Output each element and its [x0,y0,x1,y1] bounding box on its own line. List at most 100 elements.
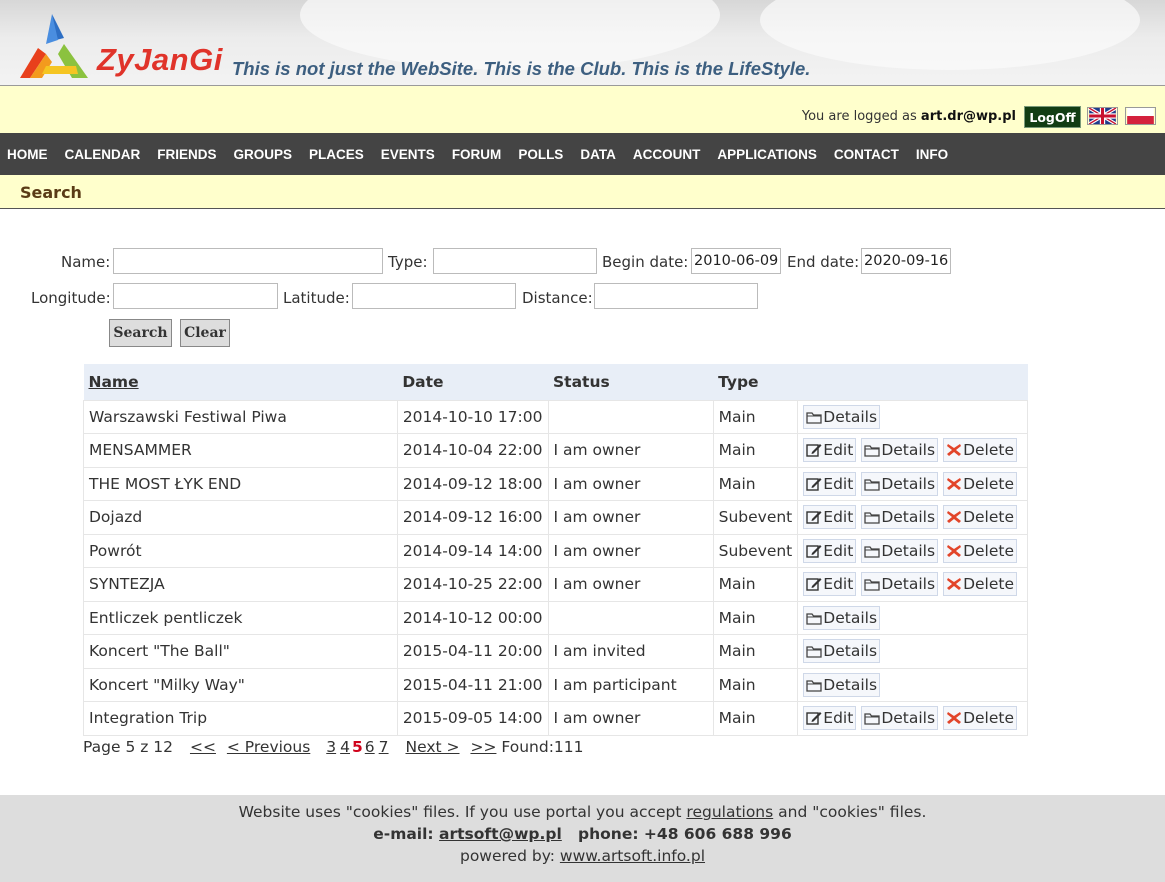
name-input[interactable] [113,248,383,274]
details-button[interactable]: Details [803,639,881,664]
brand-name[interactable]: ZyJanGi [97,42,223,78]
details-button[interactable]: Details [861,706,939,731]
edit-icon [806,712,822,725]
col-header-name[interactable]: Name [83,364,398,400]
page-link-6[interactable]: 6 [365,738,375,756]
edit-button[interactable]: Edit [803,538,857,563]
details-button[interactable]: Details [803,672,881,697]
page-link-3[interactable]: 3 [326,738,336,756]
cell-status: I am owner [547,500,714,535]
delete-button[interactable]: Delete [943,706,1017,731]
cell-date: 2014-09-12 16:00 [396,500,549,535]
table-row: Koncert "Milky Way" 2015-04-11 21:00 I am … [83,667,1028,702]
delete-button[interactable]: Delete [943,471,1017,496]
nav-polls[interactable]: POLLS [518,147,563,162]
powered-line: powered by: www.artsoft.info.pl [0,847,1165,865]
distance-input[interactable] [594,283,758,309]
nav-events[interactable]: EVENTS [381,147,435,162]
uk-flag-icon[interactable] [1087,107,1118,125]
powered-label: powered by: [459,847,555,865]
contact-line: e-mail: artsoft@wp.pl phone: +48 606 688… [0,825,1165,843]
cell-actions: Details [797,634,1028,669]
nav-places[interactable]: PLACES [309,147,364,162]
cell-date: 2014-10-25 22:00 [396,567,549,602]
clear-button[interactable]: Clear [180,319,230,347]
cell-type: Main [712,466,799,501]
delete-button[interactable]: Delete [943,438,1017,463]
details-label: Details [881,441,936,460]
sort-by-name-link[interactable]: Name [89,373,139,391]
previous-page-link[interactable]: < Previous [227,738,310,756]
logo-icon[interactable] [16,14,90,80]
edit-button[interactable]: Edit [803,471,857,496]
search-button[interactable]: Search [109,319,172,347]
delete-icon [947,712,962,725]
details-button[interactable]: Details [861,572,939,597]
edit-icon [806,477,822,491]
first-page-link[interactable]: << [190,738,216,756]
table-row: Koncert "The Ball" 2015-04-11 20:00 I am i… [83,634,1028,669]
details-button[interactable]: Details [803,404,881,429]
nav-groups[interactable]: GROUPS [234,147,293,162]
nav-forum[interactable]: FORUM [452,147,502,162]
details-button[interactable]: Details [861,438,939,463]
edit-button[interactable]: Edit [803,572,857,597]
cookie-notice: Website uses "cookies" files. If you use… [0,803,1165,821]
main-nav: HOME CALENDAR FRIENDS GROUPS PLACES EVEN… [0,133,1165,175]
cell-date: 2014-10-10 17:00 [396,399,549,434]
cell-type: Main [712,634,799,669]
edit-button[interactable]: Edit [803,438,857,463]
folder-icon [806,412,822,424]
nav-data[interactable]: DATA [580,147,616,162]
begin-date-input[interactable] [691,248,781,274]
delete-label: Delete [963,441,1014,460]
nav-info[interactable]: INFO [916,147,948,162]
longitude-input[interactable] [113,283,278,309]
details-button[interactable]: Details [861,538,939,563]
name-label: Name: [61,253,111,271]
last-page-link[interactable]: >> [470,738,496,756]
cell-name: THE MOST ŁYK END [83,466,398,501]
login-user: art.dr@wp.pl [920,109,1016,124]
details-button[interactable]: Details [803,605,881,630]
latitude-input[interactable] [352,283,516,309]
delete-button[interactable]: Delete [943,538,1017,563]
end-date-input[interactable] [861,248,951,274]
delete-button[interactable]: Delete [943,505,1017,530]
folder-icon [806,613,822,625]
cell-status: I am invited [547,634,714,669]
delete-button[interactable]: Delete [943,572,1017,597]
nav-contact[interactable]: CONTACT [834,147,899,162]
cell-type: Subevent [712,500,799,535]
nav-applications[interactable]: APPLICATIONS [717,147,817,162]
table-row: SYNTEZJA 2014-10-25 22:00 I am owner Main Ed… [83,567,1028,602]
edit-button[interactable]: Edit [803,706,857,731]
login-bar: You are logged as art.dr@wp.pl [0,86,1165,133]
pl-flag-icon[interactable] [1125,107,1156,125]
table-header-row: Name Date Status Type [83,364,1028,400]
cell-actions: Edit Details Delete [797,500,1028,535]
next-page-link[interactable]: Next > [405,738,459,756]
page-link-4[interactable]: 4 [340,738,350,756]
footer: Website uses "cookies" files. If you use… [0,795,1165,882]
page-indicator: Page 5 z 12 [83,738,174,756]
details-button[interactable]: Details [861,471,939,496]
nav-friends[interactable]: FRIENDS [157,147,216,162]
type-input[interactable] [433,248,597,274]
nav-home[interactable]: HOME [7,147,48,162]
email-link[interactable]: artsoft@wp.pl [439,825,562,843]
table-row: MENSAMMER 2014-10-04 22:00 I am owner Main E… [83,433,1028,468]
nav-calendar[interactable]: CALENDAR [65,147,141,162]
logoff-button[interactable]: LogOff [1024,106,1081,128]
cell-name: Integration Trip [83,701,398,736]
cell-name: Koncert "The Ball" [83,634,398,669]
powered-link[interactable]: www.artsoft.info.pl [560,847,705,865]
delete-label: Delete [963,575,1014,594]
edit-button[interactable]: Edit [803,505,857,530]
regulations-link[interactable]: regulations [686,803,773,821]
cell-status: I am owner [547,466,714,501]
page-link-7[interactable]: 7 [379,738,389,756]
nav-account[interactable]: ACCOUNT [633,147,701,162]
details-button[interactable]: Details [861,505,939,530]
cell-date: 2014-09-12 18:00 [396,466,549,501]
